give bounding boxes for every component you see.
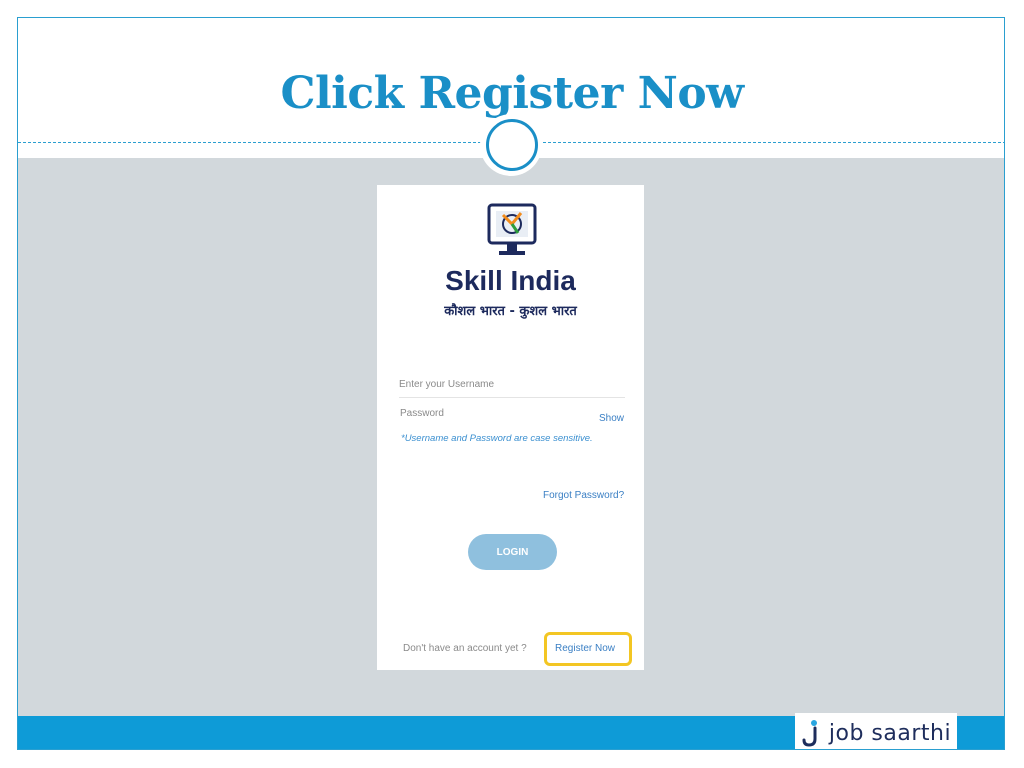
- login-button[interactable]: LOGIN: [468, 534, 557, 570]
- password-label: Password: [400, 408, 444, 419]
- register-now-link[interactable]: Register Now: [555, 643, 615, 654]
- divider-ornament-ring: [486, 119, 538, 171]
- login-screenshot: Skill India कौशल भारत - कुशल भारत Passwo…: [377, 185, 644, 670]
- brand-tagline: कौशल भारत - कुशल भारत: [444, 304, 577, 319]
- username-input[interactable]: [399, 371, 625, 398]
- job-saarthi-mark-icon: [802, 720, 817, 747]
- no-account-text: Don't have an account yet ?: [403, 643, 527, 654]
- case-sensitive-hint: *Username and Password are case sensitiv…: [401, 433, 593, 444]
- job-saarthi-badge: job saarthi: [795, 713, 957, 749]
- slide-title: Click Register Now: [280, 68, 744, 119]
- badge-text: job saarthi: [828, 720, 952, 746]
- brand-name: Skill India: [445, 265, 576, 296]
- forgot-password-link[interactable]: Forgot Password?: [543, 490, 624, 501]
- show-password-toggle[interactable]: Show: [599, 413, 624, 424]
- skill-india-logo-icon: [487, 203, 537, 255]
